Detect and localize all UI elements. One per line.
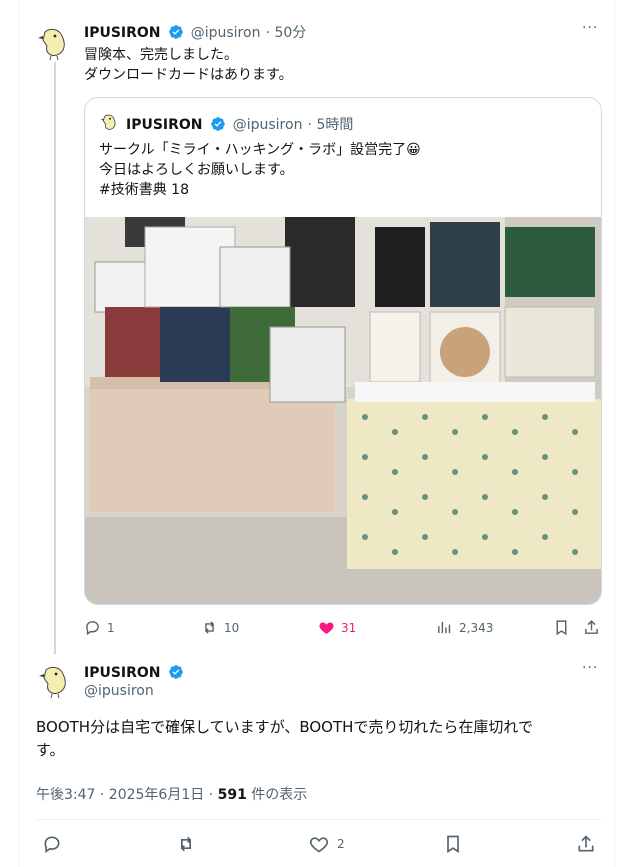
quote-avatar (99, 111, 121, 133)
booth-photo-image (85, 217, 601, 604)
reply-count: 1 (107, 620, 115, 635)
repost-icon (180, 836, 192, 852)
tweet-text: BOOTH分は自宅で確保していますが、BOOTHで売り切れたら在庫切れで す。 (36, 718, 533, 759)
bookmark-icon (447, 835, 459, 854)
user-handle[interactable]: @ipusiron (191, 25, 261, 41)
frame-border-left (19, 0, 20, 867)
views-button[interactable]: 2,343 (436, 619, 493, 636)
tweet-text: 冒険本、完売しました。 ダウンロードカードはあります。 (84, 47, 293, 83)
like-button[interactable]: 2 (309, 834, 345, 854)
view-count: 2,343 (459, 620, 494, 635)
view-count: 591 (217, 787, 247, 803)
thread-connector-line (54, 58, 56, 654)
bird-avatar-icon (100, 114, 116, 130)
more-options-button[interactable]: ··· (582, 20, 598, 36)
quote-user-handle: @ipusiron (232, 117, 303, 133)
bird-avatar-icon (36, 660, 76, 700)
like-count: 2 (337, 837, 345, 851)
tweet-meta: 午後3:47 · 2025年6月1日 · 591 件の表示 (36, 784, 307, 804)
quoted-tweet-card[interactable]: IPUSIRON @ipusiron · 5時間 サークル「ミライ・ハッキング・… (84, 97, 602, 605)
repost-button[interactable] (176, 834, 204, 854)
reply-icon (44, 836, 60, 854)
booth-photo[interactable] (85, 217, 601, 604)
analytics-icon (438, 621, 451, 634)
verified-badge-icon (168, 25, 183, 39)
reply-icon (86, 621, 99, 636)
frame-border-right (614, 0, 615, 867)
repost-icon (204, 621, 215, 634)
bookmark-button[interactable] (553, 619, 576, 636)
bookmark-icon (556, 620, 567, 636)
timestamp[interactable]: · 50分 (266, 25, 307, 41)
like-count: 31 (341, 620, 357, 635)
repost-button[interactable]: 10 (201, 619, 239, 636)
timestamp[interactable]: 午後3:47 · 2025年6月1日 · (36, 787, 218, 803)
more-options-button[interactable]: ··· (582, 660, 598, 676)
divider (36, 819, 602, 820)
heart-icon (309, 837, 329, 853)
bookmark-button[interactable] (443, 834, 471, 854)
reply-button[interactable]: 1 (84, 619, 115, 636)
quote-display-name: IPUSIRON (126, 117, 203, 133)
quote-timestamp: · 5時間 (307, 117, 354, 133)
user-handle[interactable]: @ipusiron (84, 683, 154, 699)
share-button[interactable] (583, 619, 606, 636)
avatar[interactable] (35, 22, 75, 62)
display-name[interactable]: IPUSIRON (84, 665, 161, 681)
share-icon (578, 835, 594, 852)
tweet-header: IPUSIRON @ipusiron · 50分 (84, 22, 306, 42)
repost-count: 10 (224, 620, 240, 635)
bird-avatar-icon (35, 22, 75, 62)
reply-button[interactable] (42, 834, 70, 854)
views-label: 件の表示 (246, 787, 308, 803)
verified-badge-icon (168, 665, 183, 679)
heart-filled-icon (319, 622, 334, 634)
like-button[interactable]: 31 (318, 619, 356, 636)
display-name[interactable]: IPUSIRON (84, 25, 161, 41)
share-button[interactable] (576, 834, 604, 854)
quote-header: IPUSIRON @ipusiron · 5時間 (126, 114, 353, 134)
avatar[interactable] (36, 660, 76, 700)
verified-badge-icon (210, 117, 225, 131)
share-icon (585, 620, 598, 634)
quote-text: サークル「ミライ・ハッキング・ラボ」設営完了😀 今日はよろしくお願いします。 #… (99, 142, 421, 198)
tweet-header: IPUSIRON (84, 662, 186, 681)
